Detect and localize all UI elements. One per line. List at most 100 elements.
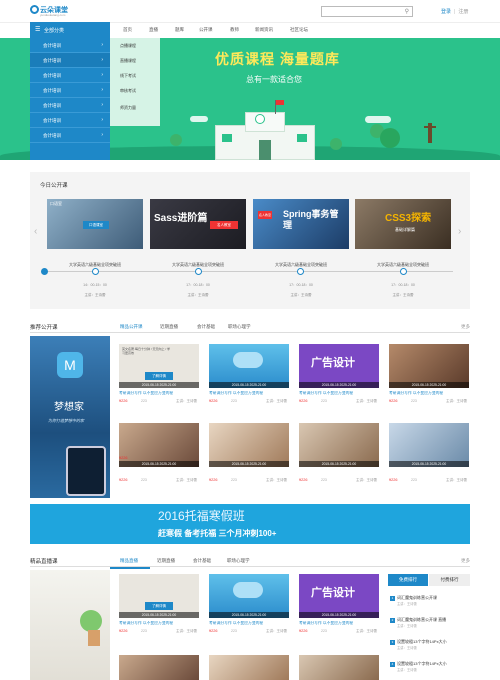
open-class-card[interactable]: 口语室 口语课室 — [47, 199, 143, 249]
course-card[interactable]: 广告设计 2015-06-15 2025-21:00 考研满分写作 以不变应万变… — [299, 344, 379, 419]
course-title[interactable]: 考研满分写作 以不变应万变的秘 — [299, 621, 379, 626]
course-card[interactable]: 2015-06-15 2025-21:00 考研满分写作 以不变应万变的秘 ¥2… — [389, 344, 469, 419]
tab-psychology[interactable]: 职场心理学 — [228, 324, 251, 330]
ad-subtitle: 赶寒假 备考托福 三个月冲刺100+ — [158, 529, 277, 538]
nav-item-open-class[interactable]: 公开课 — [199, 27, 213, 33]
submenu-item[interactable]: 师资力量 — [120, 105, 136, 111]
rank-item[interactable]: 2 词汇魔鬼训练营公开课 直播 主讲：王诗蕾 — [390, 617, 470, 628]
separator: | — [454, 9, 456, 15]
timeline-dot[interactable] — [92, 268, 99, 275]
open-class-card[interactable]: Sass进阶篇 名人教室 — [150, 199, 246, 249]
timeline-dot[interactable] — [400, 268, 407, 275]
sidebar-item-accounting[interactable]: 会计培训 › — [30, 113, 110, 128]
course-thumbnail[interactable] — [299, 655, 379, 680]
search-icon[interactable]: ⚲ — [405, 8, 409, 15]
nav-item-news[interactable]: 新闻资讯 — [255, 27, 273, 33]
card-badge: 名人教室 — [210, 221, 238, 229]
course-thumbnail[interactable] — [209, 655, 289, 680]
rec-promo-banner[interactable]: M 梦想家 为你打造梦想中的家 — [30, 336, 110, 498]
more-link[interactable]: 更多 — [461, 558, 470, 564]
section-title: 精品直播课 — [30, 559, 58, 565]
open-class-card[interactable]: CSS3探索 基础详解篇 — [355, 199, 451, 249]
course-card[interactable]: 2015-06-15 2025-21:00 考研满分写作 以不变应万变的秘 ¥2… — [209, 574, 289, 649]
register-link[interactable]: 注册 — [458, 9, 468, 15]
course-title[interactable]: 考研满分写作 以不变应万变的秘 — [389, 391, 469, 396]
course-title[interactable]: 考研满分写作 以不变应万变的秘 — [209, 391, 289, 396]
course-card[interactable]: 英文名著·每日十分钟 / 天天向上 / 学习更高效 了解详情 2015-06-1… — [119, 344, 199, 419]
sidebar-item-accounting[interactable]: 会计培训 › — [30, 98, 110, 113]
open-class-time: 17：00-18：00 — [391, 283, 415, 287]
submenu-item[interactable]: 审核考试 — [120, 88, 136, 94]
chevron-right-icon[interactable]: › — [458, 226, 461, 237]
sidebar-item-label: 会计培训 — [43, 88, 61, 93]
course-card[interactable]: 2015-06-15 2025-21:00 ¥226 223 主讲：王诗蕾 — [209, 423, 289, 498]
open-class-card[interactable]: 名人教室 Spring事务管理 — [253, 199, 349, 249]
course-card[interactable]: 2015-06-15 2025-21:00 考研满分写作 以不变应万变的秘 ¥2… — [209, 344, 289, 419]
more-link[interactable]: 更多 — [461, 324, 470, 330]
course-card[interactable]: 广告设计 2015-06-15 2025-21:00 考研满分写作 以不变应万变… — [299, 574, 379, 649]
tab-accounting[interactable]: 会计基础 — [193, 558, 211, 564]
course-enrolled: 223 — [321, 629, 327, 633]
card-badge: 基础详解篇 — [395, 227, 415, 232]
rank-item[interactable]: 1 词汇魔鬼训练营公开课 主讲：王诗蕾 — [390, 595, 470, 606]
nav-item-question-bank[interactable]: 题库 — [175, 27, 184, 33]
live-promo-image[interactable] — [30, 570, 110, 680]
course-enrolled: 223 — [231, 399, 237, 403]
timeline-dot[interactable] — [297, 268, 304, 275]
rank-item[interactable]: 4 设置较粗13个字符14Px大小 主讲：王诗蕾 — [390, 661, 470, 672]
open-class-time: 17：00-18：00 — [289, 283, 313, 287]
chevron-left-icon[interactable]: ‹ — [34, 226, 37, 237]
tab-paid-ranking[interactable]: 付费排行 — [429, 574, 470, 586]
submenu-item[interactable]: 直播课程 — [120, 58, 136, 64]
course-date: 2015-06-15 2025-21:00 — [209, 461, 289, 467]
logo-sub: yunduoketang.com — [40, 13, 66, 17]
course-date: 2015-06-15 2025-21:00 — [209, 612, 289, 618]
course-card[interactable]: 2015-06-15 2025-21:00 ¥226 223 主讲：王诗蕾 — [389, 423, 469, 498]
tab-premium-live[interactable]: 精品直播 — [120, 558, 138, 564]
rank-item[interactable]: 3 设置较粗13个字符14Px大小 主讲：王诗蕾 — [390, 639, 470, 650]
course-date: 2015-06-15 2025-21:00 — [389, 382, 469, 388]
sidebar-item-accounting[interactable]: 会计培训 › — [30, 68, 110, 83]
all-categories-button[interactable]: ☰ 全部分类 — [30, 22, 110, 38]
nav-item-forum[interactable]: 社区论坛 — [290, 27, 308, 33]
course-title[interactable]: 考研满分写作 以不变应万变的秘 — [299, 391, 379, 396]
tab-accounting[interactable]: 会计基础 — [197, 324, 215, 330]
course-title[interactable]: 考研满分写作 以不变应万变的秘 — [209, 621, 289, 626]
timeline-dot[interactable] — [195, 268, 202, 275]
course-thumbnail[interactable] — [119, 655, 199, 680]
tab-recent-live[interactable]: 近期直播 — [157, 558, 175, 564]
course-title[interactable]: 考研满分写作 以不变应万变的秘 — [119, 391, 199, 396]
open-class-time: 17：00-18：00 — [186, 283, 210, 287]
category-sidebar: 会计培训 › 会计培训 › 会计培训 › 会计培训 › 会计培训 › 会计培训 › 会计培训… — [30, 38, 110, 160]
nav-item-teachers[interactable]: 教师 — [230, 27, 239, 33]
card-image-text: 口语室 — [50, 201, 62, 206]
learn-more-button[interactable]: 了解详情 — [145, 372, 173, 380]
course-card[interactable]: 2015-06-15 2025-21:00 ¥226 223 主讲：王诗蕾 — [299, 423, 379, 498]
course-title[interactable]: 考研满分写作 以不变应万变的秘 — [119, 621, 199, 626]
sidebar-item-label: 会计培训 — [43, 58, 61, 63]
tab-psychology[interactable]: 职场心理学 — [227, 558, 250, 564]
sidebar-item-label: 会计培训 — [43, 103, 61, 108]
tab-premium-open[interactable]: 精品公开课 — [120, 324, 143, 330]
sidebar-item-accounting[interactable]: 会计培训 › — [30, 38, 110, 53]
login-link[interactable]: 登录 — [441, 9, 451, 15]
sidebar-item-accounting[interactable]: 会计培训 › — [30, 83, 110, 98]
submenu-item[interactable]: 点播课程 — [120, 43, 136, 49]
tab-free-ranking[interactable]: 免费排行 — [388, 574, 428, 586]
nav-item-live[interactable]: 直播 — [149, 27, 158, 33]
learn-more-button[interactable]: 了解详情 — [145, 602, 173, 610]
submenu-item[interactable]: 线下考试 — [120, 73, 136, 79]
nav-item-home[interactable]: 首页 — [123, 27, 132, 33]
course-lecturer: 主讲：王诗蕾 — [356, 399, 377, 403]
course-card[interactable]: 了解详情 2015-06-15 2025-21:00 考研满分写作 以不变应万变… — [119, 574, 199, 649]
search-input[interactable]: ⚲ — [321, 6, 413, 17]
course-card[interactable]: 2015-06-15 2025-21:00 ¥226 ¥226 223 主讲：王… — [119, 423, 199, 498]
sidebar-item-accounting[interactable]: 会计培训 › — [30, 128, 110, 143]
course-date: 2015-06-15 2025-21:00 — [119, 382, 199, 388]
thumbnail-text: 广告设计 — [311, 587, 355, 599]
cloud-icon — [233, 352, 263, 368]
tab-recent-live[interactable]: 近期直播 — [160, 324, 178, 330]
logo[interactable]: 云朵课堂 yunduoketang.com — [30, 3, 70, 19]
sidebar-item-accounting[interactable]: 会计培训 › — [30, 53, 110, 68]
timeline-dot[interactable] — [41, 268, 48, 275]
